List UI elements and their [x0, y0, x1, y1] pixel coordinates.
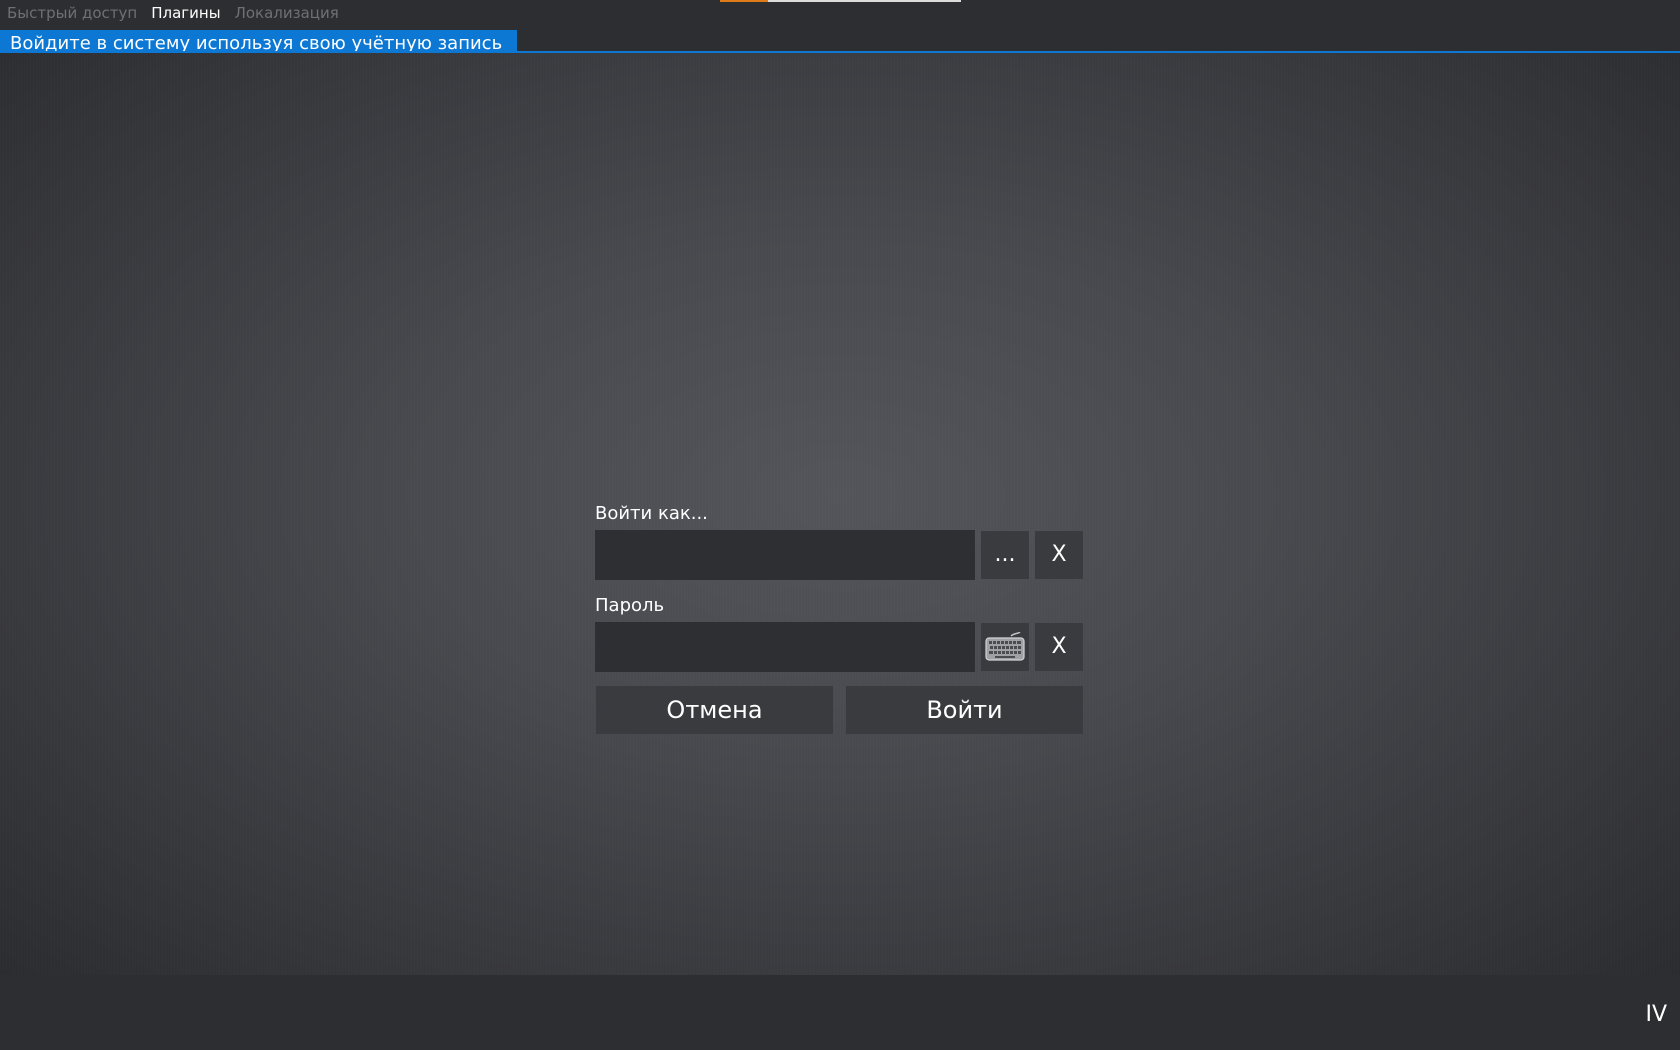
loading-progress-fill — [720, 0, 768, 2]
loading-progress-bar — [720, 0, 961, 2]
password-label: Пароль — [595, 595, 665, 616]
username-input[interactable] — [595, 530, 975, 580]
bottom-bar: IV — [0, 975, 1680, 1050]
page-title: Войдите в систему используя свою учётную… — [0, 30, 517, 52]
top-menu: Быстрый доступ Плагины Локализация — [0, 0, 346, 26]
password-input[interactable] — [595, 622, 975, 672]
browse-users-label: ... — [994, 542, 1016, 567]
virtual-keyboard-button[interactable] — [981, 623, 1029, 671]
menu-item-quick-access[interactable]: Быстрый доступ — [0, 4, 144, 22]
clear-username-label: X — [1051, 542, 1067, 567]
browse-users-button[interactable]: ... — [981, 531, 1029, 579]
keyboard-icon — [985, 632, 1025, 661]
top-bar: Быстрый доступ Плагины Локализация Войди… — [0, 0, 1680, 53]
login-background: Войти как... ... X Пароль X Отмена Войти — [0, 53, 1680, 975]
menu-item-plugins[interactable]: Плагины — [144, 4, 227, 22]
clear-password-label: X — [1051, 634, 1067, 659]
clear-username-button[interactable]: X — [1035, 531, 1083, 579]
version-label: IV — [1645, 1002, 1667, 1027]
menu-item-localization[interactable]: Локализация — [228, 4, 346, 22]
login-button[interactable]: Войти — [846, 686, 1083, 734]
username-label: Войти как... — [595, 503, 708, 524]
clear-password-button[interactable]: X — [1035, 623, 1083, 671]
cancel-button[interactable]: Отмена — [596, 686, 833, 734]
